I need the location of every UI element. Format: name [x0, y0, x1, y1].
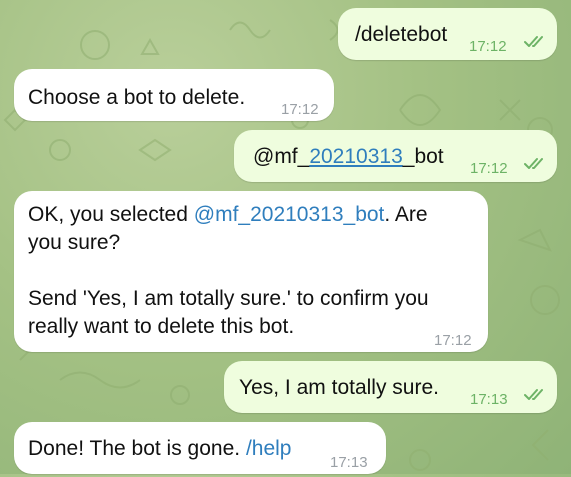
- mention-suffix: _bot: [402, 145, 444, 168]
- outgoing-message[interactable]: @mf_20210313_bot 17:12: [234, 130, 557, 182]
- message-text-part: Done! The bot is gone.: [28, 437, 246, 460]
- message-text-line: . Are: [384, 203, 428, 226]
- double-check-icon: [524, 158, 543, 169]
- message-text: Choose a bot to delete.: [28, 86, 246, 109]
- double-check-icon: [524, 36, 543, 47]
- message-text: /deletebot: [355, 23, 448, 46]
- message-time: 17:12: [470, 160, 508, 177]
- message-text-line: you sure?: [28, 231, 121, 254]
- outgoing-message[interactable]: /deletebot 17:12: [338, 8, 557, 60]
- message-text-line: Send 'Yes, I am totally sure.' to confir…: [28, 287, 429, 310]
- message-time: 17:12: [281, 101, 319, 118]
- incoming-message[interactable]: OK, you selected @mf_20210313_bot. Are y…: [14, 191, 488, 352]
- double-check-icon: [524, 389, 543, 400]
- message-text-line: OK, you selected: [28, 203, 194, 226]
- bot-mention-link[interactable]: @mf_20210313_bot: [194, 203, 385, 226]
- incoming-message[interactable]: Choose a bot to delete. 17:12: [14, 69, 334, 121]
- message-text: Done! The bot is gone. /help: [28, 435, 291, 463]
- message-time: 17:13: [470, 391, 508, 408]
- mention-prefix: @mf_: [253, 145, 310, 168]
- mention-link[interactable]: 20210313: [309, 145, 402, 168]
- message-time: 17:12: [469, 38, 507, 55]
- help-command-link[interactable]: /help: [246, 437, 292, 460]
- incoming-message[interactable]: Done! The bot is gone. /help 17:13: [14, 422, 386, 474]
- message-text-line: really want to delete this bot.: [28, 315, 295, 338]
- message-text: @mf_20210313_bot: [253, 143, 444, 171]
- message-text: Yes, I am totally sure.: [239, 376, 439, 399]
- outgoing-message[interactable]: Yes, I am totally sure. 17:13: [224, 361, 557, 413]
- message-time: 17:13: [330, 454, 368, 471]
- message-time: 17:12: [434, 332, 472, 349]
- message-text: OK, you selected @mf_20210313_bot. Are y…: [28, 201, 478, 341]
